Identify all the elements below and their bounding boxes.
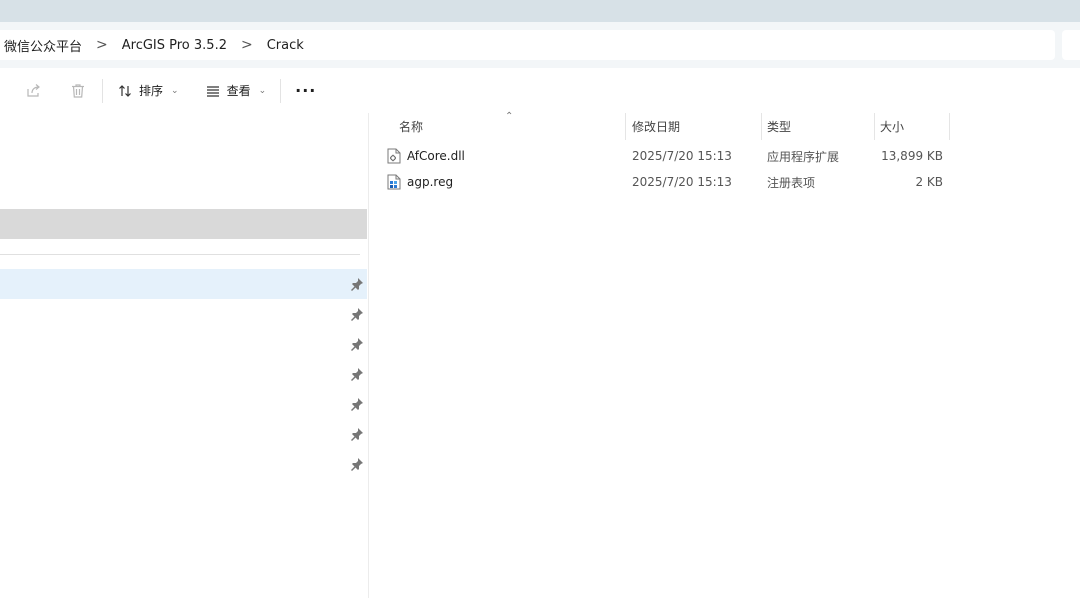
share-icon[interactable] bbox=[21, 79, 45, 103]
table-row[interactable]: AfCore.dll 2025/7/20 15:13 应用程序扩展 13,899… bbox=[369, 143, 1080, 169]
breadcrumb-item-arcgis[interactable]: ArcGIS Pro 3.5.2 bbox=[118, 38, 231, 53]
file-size: 13,899 KB bbox=[881, 149, 943, 163]
pin-icon bbox=[351, 308, 363, 321]
column-header-size-label: 大小 bbox=[880, 120, 905, 134]
column-header-type[interactable]: 类型 bbox=[767, 113, 873, 140]
sort-label: 排序 bbox=[139, 84, 164, 98]
pin-icon bbox=[351, 368, 363, 381]
file-type: 应用程序扩展 bbox=[767, 149, 840, 164]
breadcrumb-item-crack[interactable]: Crack bbox=[263, 38, 308, 53]
view-button[interactable]: 查看 ⌄ bbox=[199, 76, 273, 106]
nav-item-quick-access[interactable] bbox=[0, 329, 367, 359]
pin-icon bbox=[351, 428, 363, 441]
file-name: AfCore.dll bbox=[407, 149, 465, 163]
command-bar: 排序 ⌄ 查看 ⌄ ··· bbox=[0, 68, 1080, 114]
pin-icon bbox=[351, 338, 363, 351]
window-title-bar bbox=[0, 0, 1080, 22]
file-modified: 2025/7/20 15:13 bbox=[632, 175, 732, 189]
column-divider[interactable] bbox=[625, 113, 626, 140]
nav-item-quick-access[interactable] bbox=[0, 389, 367, 419]
breadcrumb-chevron-icon[interactable]: > bbox=[231, 37, 263, 53]
column-header-size[interactable]: 大小 bbox=[880, 113, 948, 140]
sort-button[interactable]: 排序 ⌄ bbox=[111, 76, 185, 106]
sort-icon bbox=[119, 84, 131, 97]
nav-item-quick-access[interactable] bbox=[0, 269, 367, 299]
nav-divider bbox=[0, 254, 360, 255]
file-type: 注册表项 bbox=[767, 175, 816, 190]
column-divider[interactable] bbox=[761, 113, 762, 140]
nav-item-quick-access[interactable] bbox=[0, 359, 367, 389]
more-options-button[interactable]: ··· bbox=[289, 76, 322, 106]
file-modified: 2025/7/20 15:13 bbox=[632, 149, 732, 163]
column-divider[interactable] bbox=[949, 113, 950, 140]
nav-item-selected[interactable] bbox=[0, 209, 367, 239]
table-row[interactable]: agp.reg 2025/7/20 15:13 注册表项 2 KB bbox=[369, 169, 1080, 195]
column-header-name[interactable]: 名称 bbox=[399, 113, 624, 140]
toolbar-divider bbox=[102, 78, 103, 103]
trash-icon[interactable] bbox=[66, 79, 90, 103]
column-header-name-label: 名称 bbox=[399, 120, 424, 134]
pin-icon bbox=[351, 278, 363, 291]
search-box[interactable] bbox=[1062, 30, 1080, 60]
column-header-modified-label: 修改日期 bbox=[632, 120, 681, 134]
chevron-down-icon: ⌄ bbox=[171, 85, 179, 96]
file-name: agp.reg bbox=[407, 175, 454, 189]
reg-file-icon bbox=[387, 174, 401, 190]
more-icon: ··· bbox=[295, 81, 317, 100]
breadcrumb-item-wechat[interactable]: 微信公众平台 bbox=[0, 36, 86, 55]
column-header-modified[interactable]: 修改日期 bbox=[632, 113, 760, 140]
address-bar-area: 微信公众平台 > ArcGIS Pro 3.5.2 > Crack bbox=[0, 22, 1080, 68]
view-label: 查看 bbox=[226, 84, 251, 98]
breadcrumb-chevron-icon[interactable]: > bbox=[86, 37, 118, 53]
pin-icon bbox=[351, 398, 363, 411]
nav-item-quick-access[interactable] bbox=[0, 449, 367, 479]
file-list: ⌃ 名称 修改日期 类型 大小 AfCore.dll 2025/7/20 15:… bbox=[369, 111, 1080, 598]
column-header-type-label: 类型 bbox=[767, 120, 792, 134]
pin-icon bbox=[351, 458, 363, 471]
toolbar-divider bbox=[280, 78, 282, 103]
view-list-icon bbox=[206, 85, 219, 97]
nav-item-quick-access[interactable] bbox=[0, 419, 367, 449]
navigation-pane bbox=[0, 113, 369, 598]
file-size: 2 KB bbox=[915, 175, 943, 189]
nav-item-quick-access[interactable] bbox=[0, 299, 367, 329]
chevron-down-icon: ⌄ bbox=[258, 85, 267, 96]
address-bar[interactable]: 微信公众平台 > ArcGIS Pro 3.5.2 > Crack bbox=[0, 30, 1055, 60]
dll-file-icon bbox=[387, 148, 401, 164]
column-divider[interactable] bbox=[874, 113, 875, 140]
